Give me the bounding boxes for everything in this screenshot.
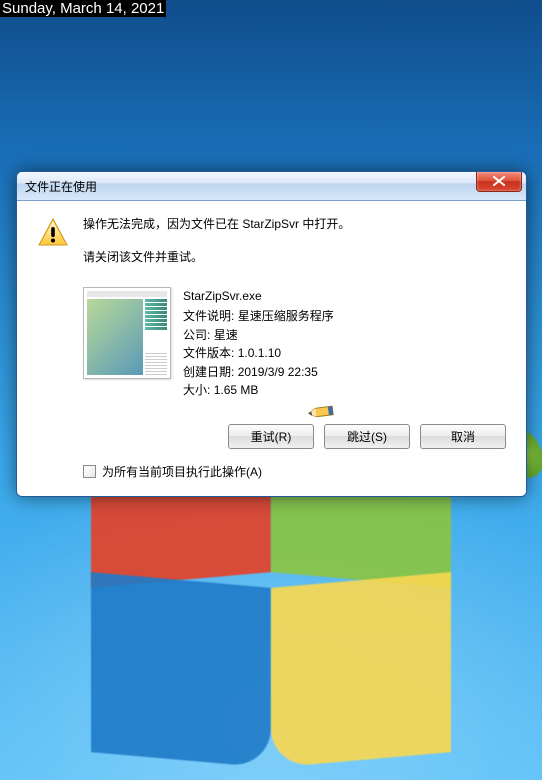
file-name: StarZipSvr.exe bbox=[183, 287, 334, 306]
file-created: 创建日期: 2019/3/9 22:35 bbox=[183, 363, 334, 382]
timestamp-overlay: Sunday, March 14, 2021 bbox=[0, 0, 166, 17]
dialog-body: 操作无法完成，因为文件已在 StarZipSvr 中打开。 请关闭该文件并重试。 bbox=[17, 201, 526, 496]
file-thumbnail bbox=[83, 287, 171, 379]
close-button[interactable] bbox=[476, 172, 522, 192]
dialog-titlebar[interactable]: 文件正在使用 bbox=[17, 172, 526, 201]
apply-all-checkbox[interactable] bbox=[83, 465, 96, 478]
skip-button[interactable]: 跳过(S) bbox=[324, 424, 410, 449]
file-description: 文件说明: 星速压缩服务程序 bbox=[183, 307, 334, 326]
dialog-message-2: 请关闭该文件并重试。 bbox=[83, 248, 350, 267]
close-icon bbox=[493, 174, 505, 189]
dialog-message-1: 操作无法完成，因为文件已在 StarZipSvr 中打开。 bbox=[83, 215, 350, 234]
apply-all-label[interactable]: 为所有当前项目执行此操作(A) bbox=[102, 463, 262, 480]
file-version: 文件版本: 1.0.1.10 bbox=[183, 344, 334, 363]
file-size: 大小: 1.65 MB bbox=[183, 381, 334, 400]
warning-icon bbox=[37, 217, 69, 249]
file-company: 公司: 星速 bbox=[183, 326, 334, 345]
file-info: StarZipSvr.exe 文件说明: 星速压缩服务程序 公司: 星速 文件版… bbox=[183, 287, 334, 400]
file-in-use-dialog: 文件正在使用 操作无法完成，因为文件已在 StarZipSvr 中打开。 请关闭… bbox=[16, 171, 527, 497]
cancel-button[interactable]: 取消 bbox=[420, 424, 506, 449]
retry-button[interactable]: 重试(R) bbox=[228, 424, 314, 449]
dialog-title: 文件正在使用 bbox=[25, 178, 97, 195]
